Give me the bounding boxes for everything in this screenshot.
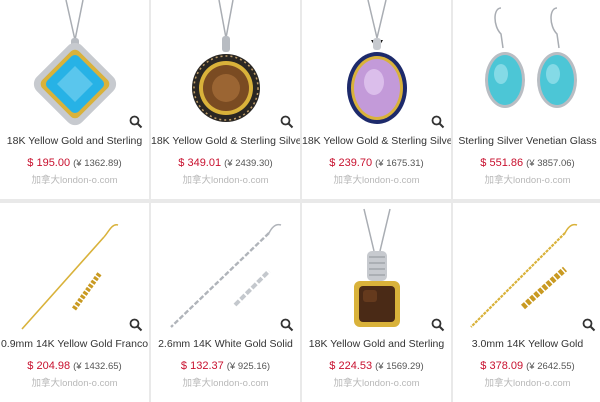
product-pricing: $ 195.00 (¥ 1362.89) bbox=[0, 153, 149, 171]
product-title[interactable]: 2.6mm 14K White Gold Solid bbox=[151, 338, 300, 350]
site-watermark: 加拿大london-o.com bbox=[484, 175, 571, 186]
price-usd: $ 132.37 bbox=[180, 360, 224, 372]
product-image[interactable] bbox=[0, 203, 149, 333]
price-usd: $ 195.00 bbox=[27, 157, 71, 169]
product-card[interactable]: 3.0mm 14K Yellow Gold $ 378.09 (¥ 2642.55… bbox=[453, 203, 600, 402]
product-card[interactable]: 18K Yellow Gold & Sterling Silver $ 239.… bbox=[302, 0, 451, 199]
product-image[interactable] bbox=[302, 203, 451, 333]
product-pricing: $ 378.09 (¥ 2642.55) bbox=[453, 356, 600, 374]
product-image[interactable] bbox=[453, 203, 600, 333]
product-pricing: $ 204.98 (¥ 1432.65) bbox=[0, 356, 149, 374]
price-rmb: (¥ 1432.65) bbox=[73, 361, 122, 372]
product-title[interactable]: 18K Yellow Gold and Sterling bbox=[302, 338, 451, 350]
zoom-icon[interactable] bbox=[129, 115, 143, 129]
zoom-icon[interactable] bbox=[582, 318, 596, 332]
zoom-icon[interactable] bbox=[431, 318, 445, 332]
product-image[interactable] bbox=[151, 0, 300, 130]
site-watermark: 加拿大london-o.com bbox=[31, 378, 118, 389]
product-grid: 18K Yellow Gold and Sterling $ 195.00 (¥ … bbox=[0, 0, 600, 402]
price-rmb: (¥ 2642.55) bbox=[526, 361, 575, 372]
zoom-icon[interactable] bbox=[431, 115, 445, 129]
product-pricing: $ 551.86 (¥ 3857.06) bbox=[453, 153, 600, 171]
site-watermark: 加拿大london-o.com bbox=[31, 175, 118, 186]
product-pricing: $ 224.53 (¥ 1569.29) bbox=[302, 356, 451, 374]
product-card[interactable]: 2.6mm 14K White Gold Solid $ 132.37 (¥ 92… bbox=[151, 203, 300, 402]
product-card[interactable]: 18K Yellow Gold & Sterling Silver $ 349.… bbox=[151, 0, 300, 199]
product-pricing: $ 349.01 (¥ 2439.30) bbox=[151, 153, 300, 171]
price-rmb: (¥ 925.16) bbox=[226, 361, 271, 372]
site-watermark: 加拿大london-o.com bbox=[182, 378, 269, 389]
price-rmb: (¥ 1675.31) bbox=[375, 158, 424, 169]
product-card[interactable]: 0.9mm 14K Yellow Gold Franco $ 204.98 (¥ … bbox=[0, 203, 149, 402]
price-rmb: (¥ 3857.06) bbox=[526, 158, 575, 169]
price-usd: $ 349.01 bbox=[178, 157, 222, 169]
product-title[interactable]: Sterling Silver Venetian Glass bbox=[453, 135, 600, 147]
price-usd: $ 224.53 bbox=[329, 360, 373, 372]
zoom-icon[interactable] bbox=[280, 318, 294, 332]
price-usd: $ 204.98 bbox=[27, 360, 71, 372]
site-watermark: 加拿大london-o.com bbox=[333, 175, 420, 186]
product-title[interactable]: 18K Yellow Gold & Sterling Silver bbox=[302, 135, 451, 147]
product-title[interactable]: 18K Yellow Gold & Sterling Silver bbox=[151, 135, 300, 147]
site-watermark: 加拿大london-o.com bbox=[333, 378, 420, 389]
price-usd: $ 378.09 bbox=[480, 360, 524, 372]
price-usd: $ 239.70 bbox=[329, 157, 373, 169]
product-pricing: $ 132.37 (¥ 925.16) bbox=[151, 356, 300, 374]
price-rmb: (¥ 1569.29) bbox=[375, 361, 424, 372]
product-image[interactable] bbox=[0, 0, 149, 130]
zoom-icon[interactable] bbox=[280, 115, 294, 129]
product-title[interactable]: 0.9mm 14K Yellow Gold Franco bbox=[0, 338, 149, 350]
product-card[interactable]: 18K Yellow Gold and Sterling $ 224.53 (¥ … bbox=[302, 203, 451, 402]
site-watermark: 加拿大london-o.com bbox=[182, 175, 269, 186]
product-card[interactable]: Sterling Silver Venetian Glass $ 551.86(… bbox=[453, 0, 600, 199]
product-image[interactable] bbox=[151, 203, 300, 333]
product-card[interactable]: 18K Yellow Gold and Sterling $ 195.00 (¥ … bbox=[0, 0, 149, 199]
price-rmb: (¥ 2439.30) bbox=[224, 158, 273, 169]
product-image[interactable] bbox=[302, 0, 451, 130]
product-pricing: $ 239.70 (¥ 1675.31) bbox=[302, 153, 451, 171]
product-title[interactable]: 3.0mm 14K Yellow Gold bbox=[453, 338, 600, 350]
product-title[interactable]: 18K Yellow Gold and Sterling bbox=[0, 135, 149, 147]
site-watermark: 加拿大london-o.com bbox=[484, 378, 571, 389]
price-usd: $ 551.86 bbox=[480, 157, 524, 169]
product-image[interactable] bbox=[453, 0, 600, 130]
price-rmb: (¥ 1362.89) bbox=[73, 158, 122, 169]
zoom-icon[interactable] bbox=[129, 318, 143, 332]
